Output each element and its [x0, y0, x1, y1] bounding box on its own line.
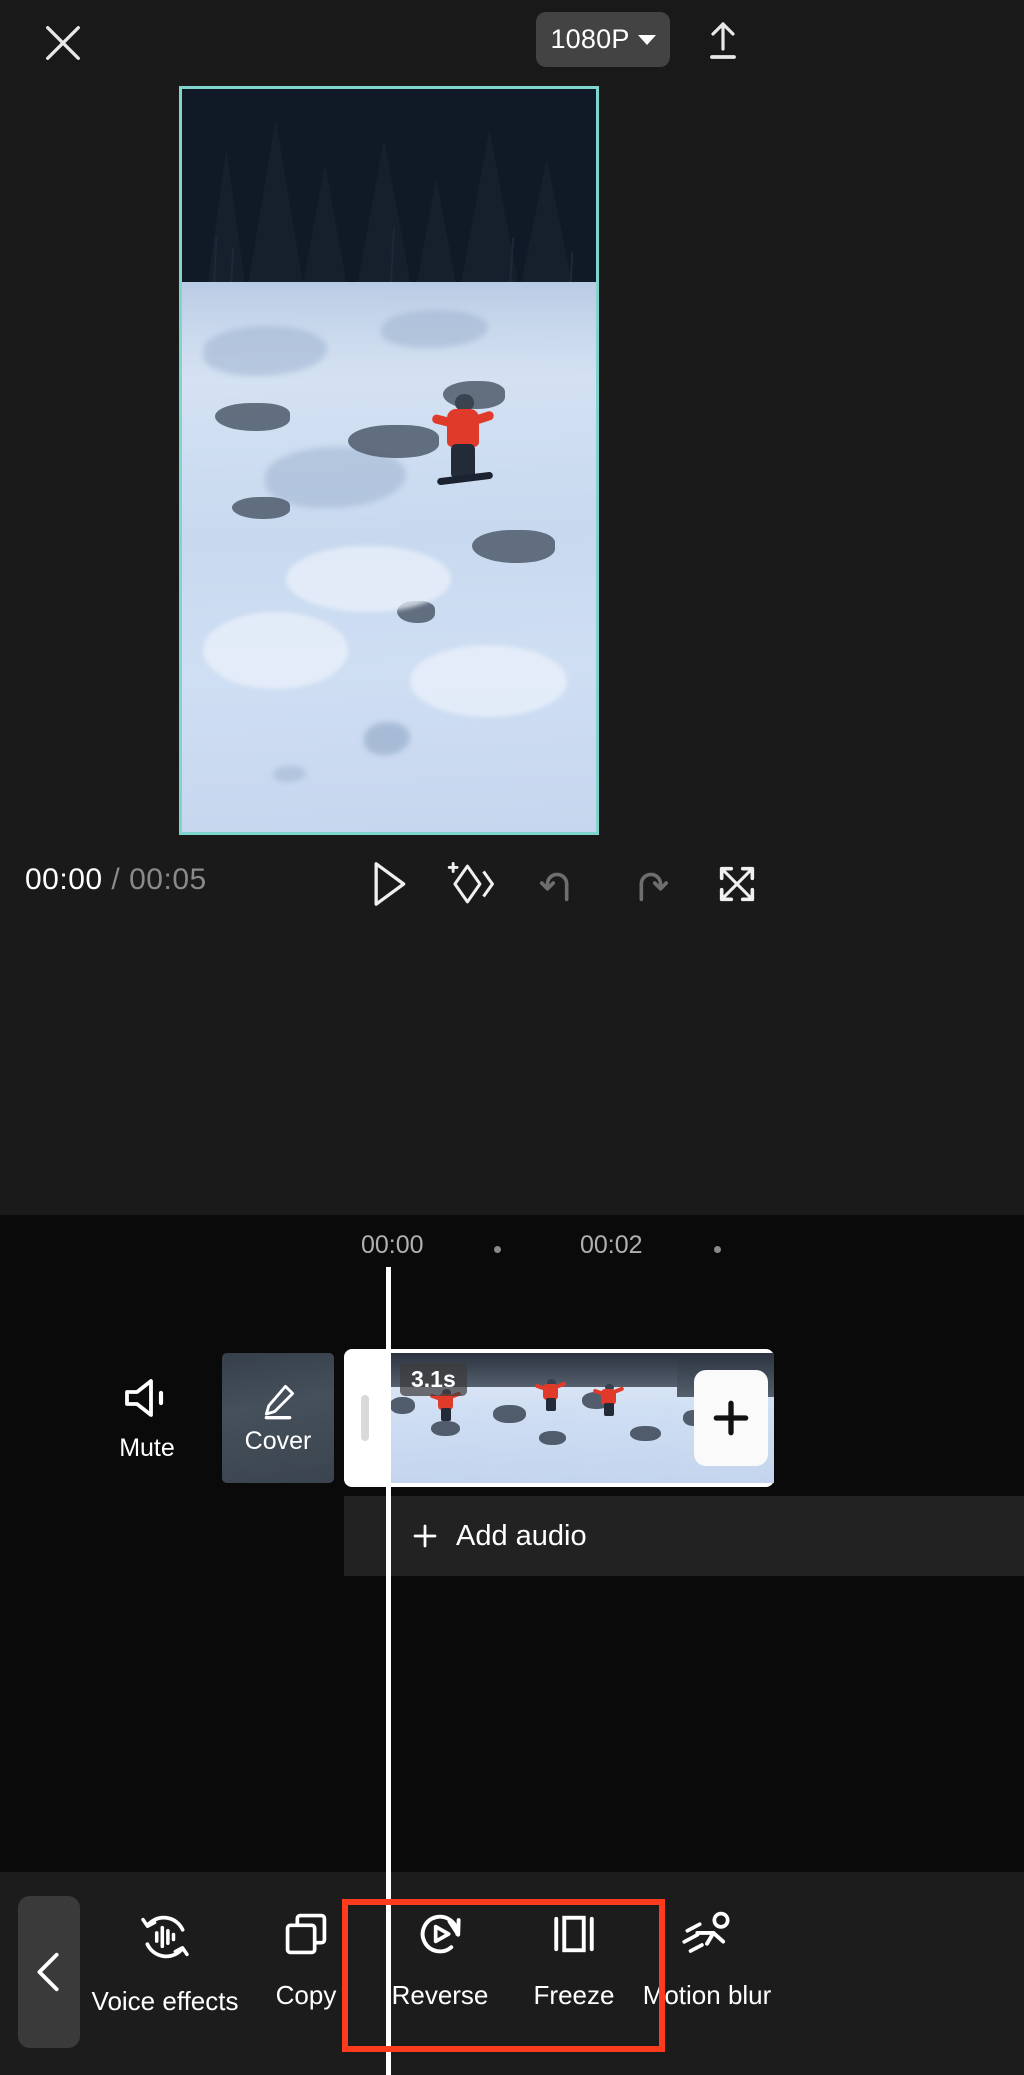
play-button[interactable] [358, 853, 420, 915]
selected-video-clip[interactable]: 3.1s [344, 1349, 774, 1487]
cover-label: Cover [244, 1426, 312, 1455]
ruler-tick-0: 00:00 [361, 1231, 424, 1259]
current-time: 00:00 [25, 863, 103, 896]
tool-copy[interactable]: Copy [236, 1908, 376, 2036]
tool-voice-effects[interactable]: Voice effects [92, 1908, 238, 2036]
tool-label: Motion blur [642, 1980, 772, 2010]
filmstrip-frame [580, 1353, 677, 1483]
plus-icon [413, 1524, 437, 1548]
snow-field [182, 282, 596, 832]
play-icon [374, 862, 406, 906]
filmstrip-frame [483, 1353, 580, 1483]
timeline-panel[interactable]: 00:00 00:02 Mute Cover 3.1s Add audio [0, 1215, 1024, 2075]
top-bar: 1080P [0, 0, 1024, 86]
total-time: 00:05 [129, 863, 207, 896]
tool-freeze[interactable]: Freeze [504, 1908, 644, 2036]
resolution-label: 1080P [550, 24, 630, 54]
chevron-left-icon [37, 1952, 59, 1992]
clip-trim-handle-left[interactable] [344, 1349, 386, 1487]
add-keyframe-button[interactable] [440, 853, 502, 915]
time-readout: 00:00 / 00:05 [25, 863, 207, 897]
close-button[interactable] [32, 12, 94, 74]
redo-button[interactable] [618, 853, 680, 915]
mute-label: Mute [119, 1433, 175, 1462]
video-track-row: Mute Cover 3.1s [0, 1349, 1024, 1487]
tool-label: Copy [275, 1980, 337, 2010]
close-icon [46, 26, 80, 60]
resolution-selector[interactable]: 1080P [536, 12, 670, 67]
mute-button[interactable]: Mute [104, 1359, 190, 1477]
back-button[interactable] [18, 1896, 80, 2048]
export-button[interactable] [694, 12, 752, 70]
copy-duplicate-icon [285, 1913, 327, 1955]
redo-icon [639, 872, 669, 902]
tool-label: Voice effects [91, 1986, 239, 2016]
video-frame-content [182, 89, 596, 832]
motion-blur-runner-icon [682, 1911, 730, 1953]
pencil-edit-icon [257, 1381, 299, 1421]
playback-controls: 00:00 / 00:05 [0, 835, 1024, 933]
fullscreen-icon [719, 866, 755, 902]
add-audio-label: Add audio [456, 1519, 587, 1552]
tool-label: Reverse [391, 1980, 489, 2010]
chevron-down-icon [637, 34, 656, 45]
clip-duration-badge: 3.1s [400, 1363, 467, 1396]
video-editor-screen: 1080P 00:00 / 00:05 00:00 00:02 Mute Cov… [0, 0, 1024, 2075]
add-keyframe-icon [447, 862, 494, 904]
tool-motion-blur[interactable]: Motion blur [637, 1908, 777, 2036]
freeze-frame-icon [554, 1915, 594, 1953]
plus-icon [713, 1400, 749, 1436]
reverse-play-icon [420, 1914, 461, 1954]
export-upload-icon [710, 22, 736, 59]
bottom-toolbar: Voice effects Copy Reverse Freeze Motion… [0, 1872, 1024, 2075]
ruler-tick-1-dot [494, 1246, 501, 1253]
playhead[interactable] [386, 1267, 391, 2075]
snowboarder-subject [430, 393, 495, 486]
preview-area [0, 86, 1024, 1215]
timeline-ruler[interactable]: 00:00 00:02 [0, 1215, 1024, 1277]
ruler-tick-3-dot [714, 1246, 721, 1253]
time-separator: / [111, 863, 121, 896]
tool-label: Freeze [533, 1980, 615, 2010]
cover-button[interactable]: Cover [222, 1353, 334, 1483]
fullscreen-button[interactable] [706, 853, 768, 915]
voice-effects-icon [141, 1915, 189, 1959]
video-preview[interactable] [179, 86, 599, 835]
add-clip-button[interactable] [694, 1370, 768, 1466]
tool-reverse[interactable]: Reverse [370, 1908, 510, 2036]
ruler-tick-2: 00:02 [580, 1231, 643, 1259]
add-audio-track[interactable]: Add audio [344, 1496, 1024, 1576]
undo-button[interactable] [528, 853, 590, 915]
undo-icon [539, 872, 569, 902]
volume-speaker-icon [125, 1378, 164, 1417]
